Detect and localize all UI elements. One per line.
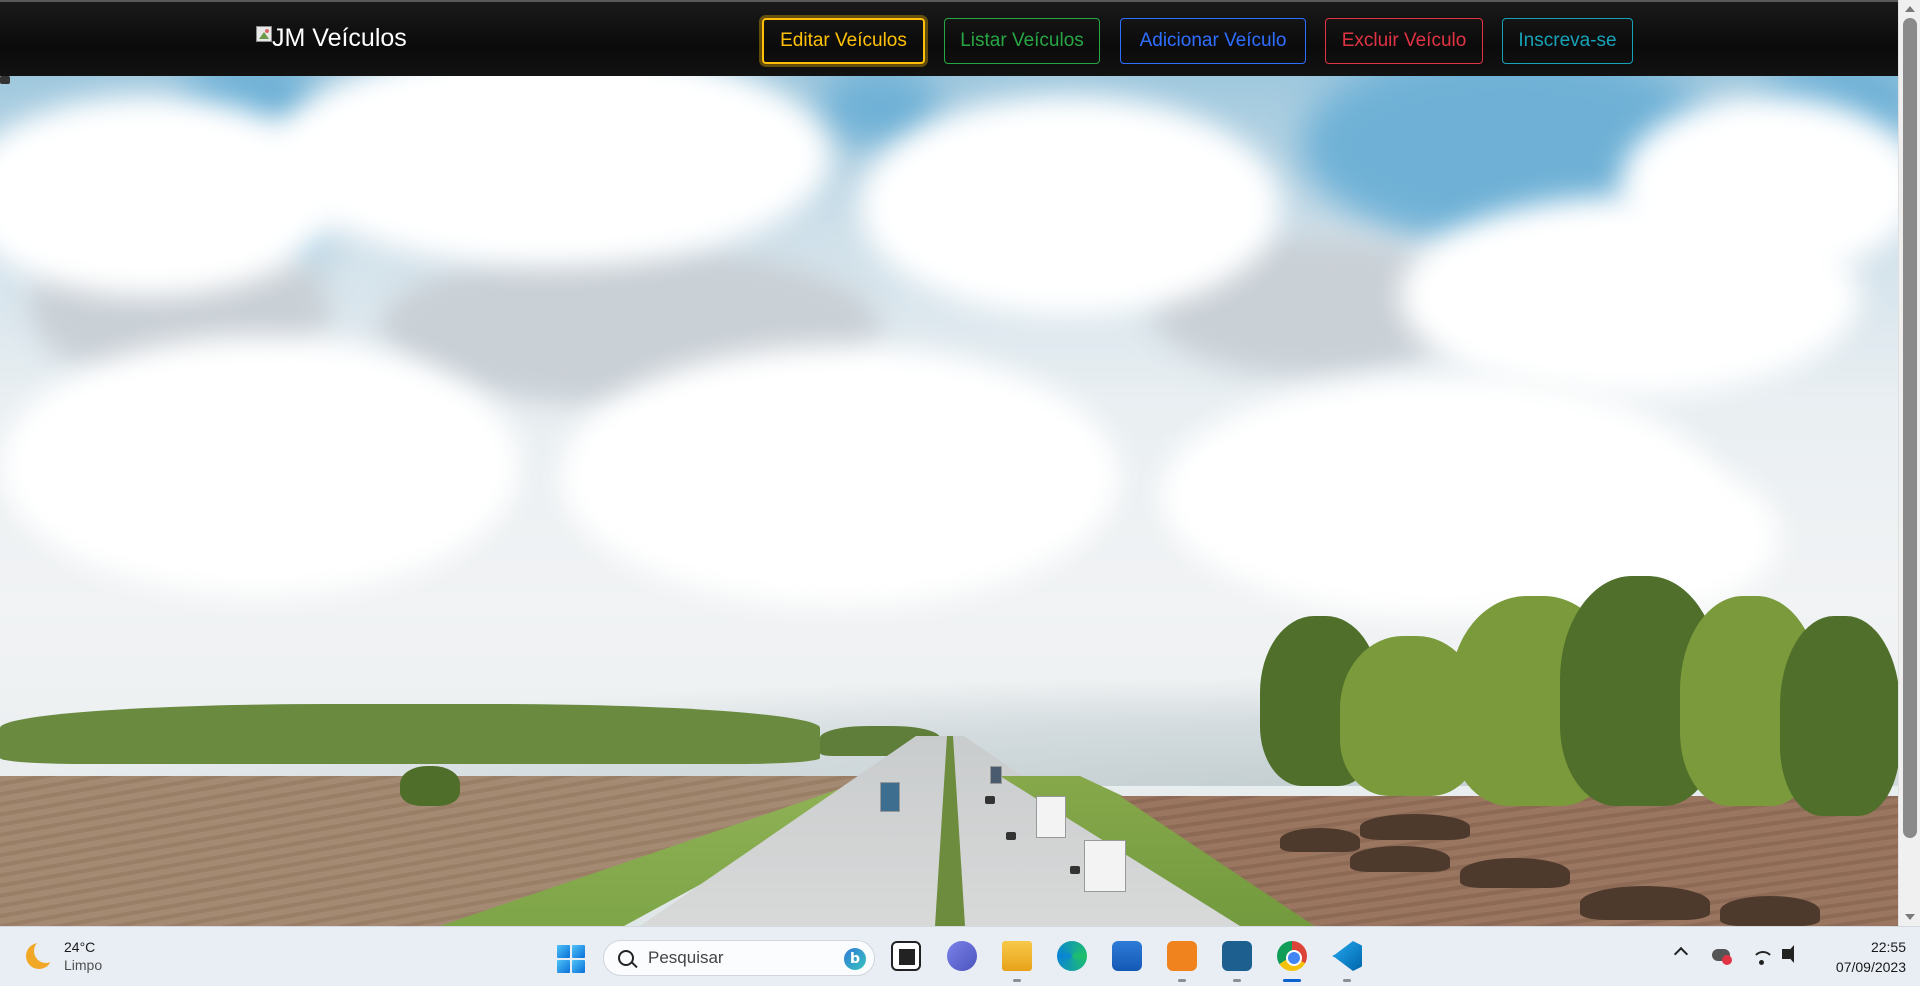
inscreva-se-button[interactable]: Inscreva-se: [1502, 18, 1633, 64]
bing-icon[interactable]: b: [844, 948, 866, 970]
clock-time: 22:55: [1870, 939, 1906, 955]
file-explorer-icon[interactable]: [1002, 941, 1032, 971]
weather-temperature: 24°C: [64, 939, 96, 955]
edge-icon[interactable]: [1057, 941, 1087, 971]
editar-veiculos-button[interactable]: Editar Veículos: [762, 18, 925, 64]
navbar: JM Veículos Editar Veículos Listar Veícu…: [0, 0, 1898, 76]
brand-text: JM Veículos: [272, 24, 407, 52]
brand-link[interactable]: JM Veículos: [256, 22, 407, 54]
excluir-veiculo-button[interactable]: Excluir Veículo: [1325, 18, 1483, 64]
search-placeholder: Pesquisar: [648, 948, 724, 967]
xampp-icon[interactable]: [1167, 941, 1197, 971]
hero-background-image: [0, 76, 1898, 926]
listar-veiculos-button[interactable]: Listar Veículos: [944, 18, 1100, 64]
meet-icon[interactable]: [947, 941, 977, 971]
taskbar: 24°C Limpo Pesquisar b 22:55 07/09/2023: [0, 926, 1920, 986]
adicionar-veiculo-button[interactable]: Adicionar Veículo: [1120, 18, 1306, 64]
vscode-icon[interactable]: [1332, 941, 1362, 971]
scrollbar-thumb[interactable]: [1903, 18, 1917, 838]
weather-condition: Limpo: [64, 957, 103, 973]
moon-icon: [26, 939, 58, 969]
task-view-icon[interactable]: [891, 941, 921, 971]
chrome-icon[interactable]: [1277, 941, 1307, 971]
taskbar-search-box[interactable]: Pesquisar b: [603, 940, 875, 976]
browser-page: JM Veículos Editar Veículos Listar Veícu…: [0, 0, 1920, 926]
onedrive-error-icon: [1722, 955, 1732, 965]
vertical-scrollbar[interactable]: [1898, 0, 1920, 926]
scroll-up-arrow-icon[interactable]: [1905, 6, 1915, 12]
wifi-icon[interactable]: [1752, 947, 1774, 967]
show-hidden-icons-chevron-icon[interactable]: [1673, 946, 1689, 962]
windows-start-icon[interactable]: [557, 945, 585, 973]
system-clock[interactable]: 22:55 07/09/2023: [1810, 937, 1906, 977]
broken-image-icon: [256, 26, 272, 42]
clock-date: 07/09/2023: [1835, 959, 1906, 975]
mysql-workbench-icon[interactable]: [1222, 941, 1252, 971]
weather-widget[interactable]: 24°C Limpo: [26, 938, 102, 974]
scroll-down-arrow-icon[interactable]: [1905, 914, 1915, 920]
microsoft-store-icon[interactable]: [1112, 941, 1142, 971]
volume-icon[interactable]: [1782, 945, 1794, 963]
search-icon: [618, 950, 634, 966]
